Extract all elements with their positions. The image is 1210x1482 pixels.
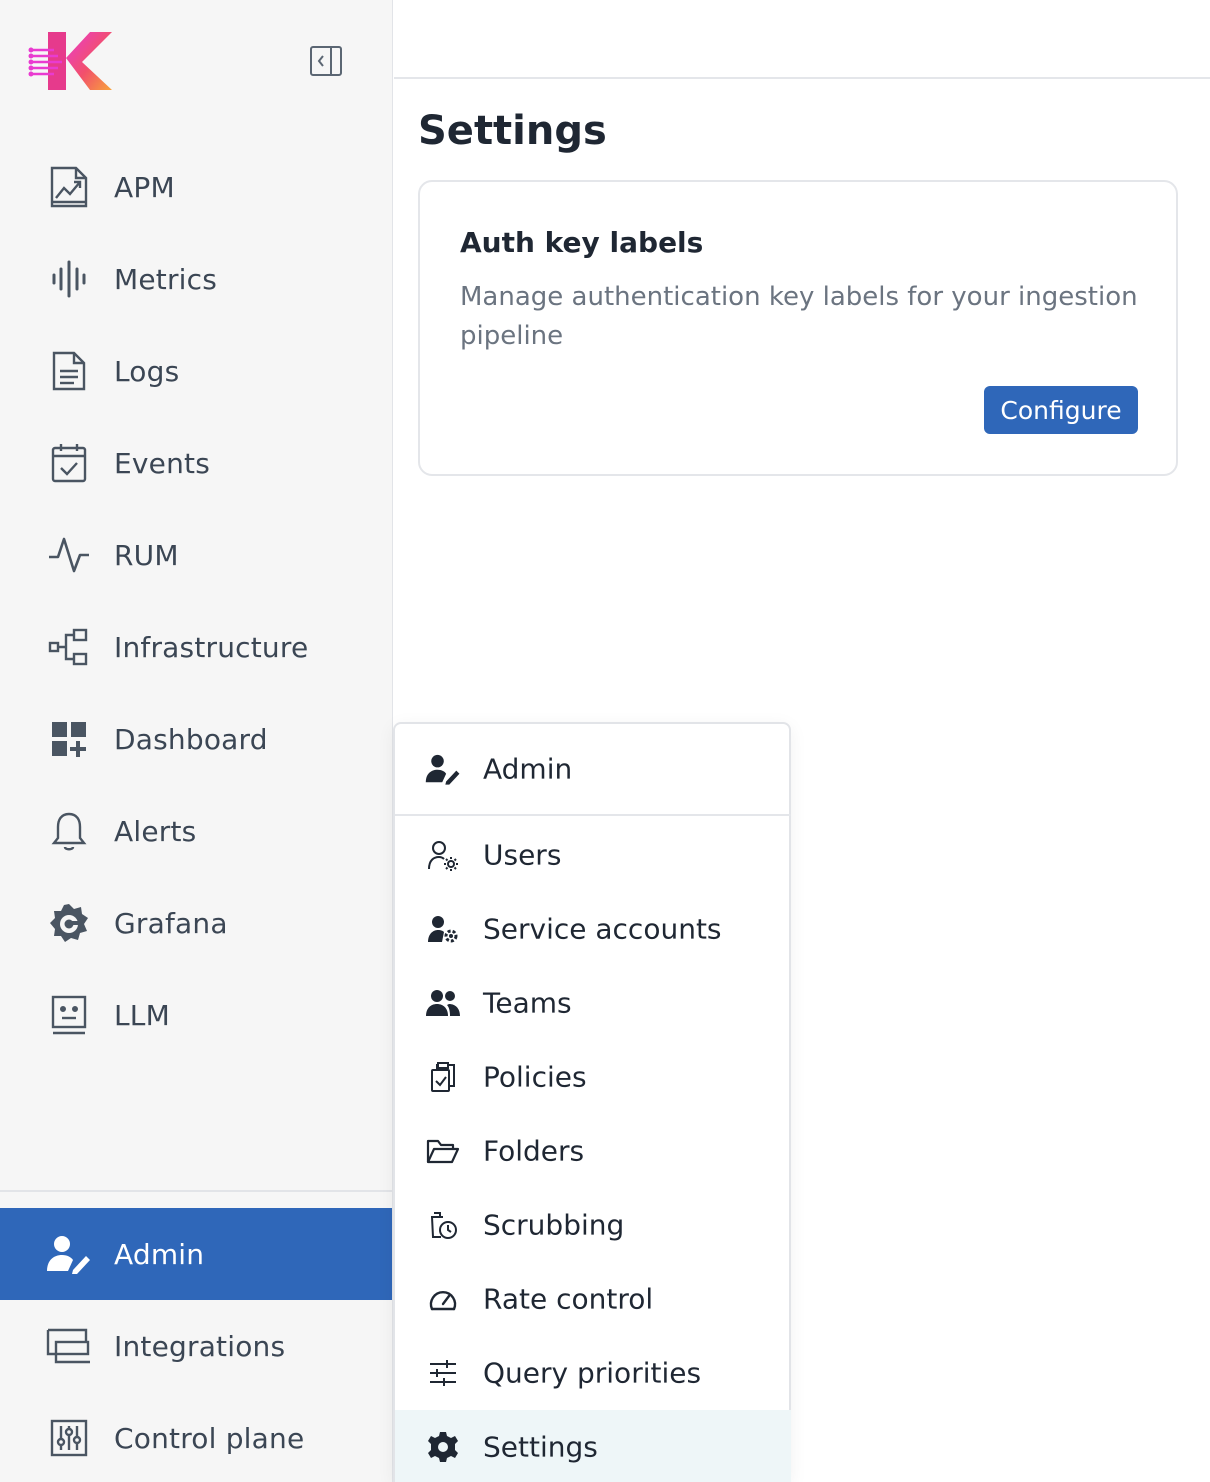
logs-icon	[46, 348, 92, 394]
collapse-sidebar-icon[interactable]	[309, 45, 343, 77]
sidebar-item-integrations[interactable]: Integrations	[0, 1300, 392, 1392]
scrubbing-icon	[425, 1207, 461, 1243]
card-description: Manage authentication key labels for you…	[460, 282, 1138, 351]
folder-open-icon	[425, 1133, 461, 1169]
sidebar-item-label: Control plane	[114, 1421, 305, 1455]
menu-item-label: Settings	[483, 1430, 598, 1464]
top-header	[394, 0, 1210, 79]
menu-item-label: Rate control	[483, 1282, 654, 1316]
sliders-icon	[425, 1355, 461, 1391]
sidebar-item-label: RUM	[114, 538, 179, 572]
gauge-icon	[425, 1281, 461, 1317]
sidebar-item-infrastructure[interactable]: Infrastructure	[0, 601, 392, 693]
gear-icon	[425, 1429, 461, 1465]
sidebar-divider	[0, 1190, 392, 1192]
menu-item-rate-control[interactable]: Rate control	[395, 1262, 791, 1336]
admin-menu-header-label: Admin	[483, 752, 573, 786]
policies-icon	[425, 1059, 461, 1095]
grafana-icon	[46, 900, 92, 946]
sidebar-item-label: APM	[114, 170, 175, 204]
sidebar-item-label: Logs	[114, 354, 180, 388]
menu-item-label: Folders	[483, 1134, 585, 1168]
menu-item-service-accounts[interactable]: Service accounts	[395, 892, 791, 966]
sidebar-item-admin[interactable]: Admin	[0, 1208, 392, 1300]
sidebar-item-label: Dashboard	[114, 722, 268, 756]
sidebar-item-label: Alerts	[114, 814, 197, 848]
sidebar-item-label: Infrastructure	[114, 630, 309, 664]
metrics-icon	[46, 256, 92, 302]
rum-icon	[46, 532, 92, 578]
sidebar-item-logs[interactable]: Logs	[0, 325, 392, 417]
card-title: Auth key labels	[460, 226, 704, 259]
service-account-icon	[425, 911, 461, 947]
admin-icon	[425, 751, 461, 787]
sidebar-item-control-plane[interactable]: Control plane	[0, 1392, 392, 1482]
menu-item-settings[interactable]: Settings	[395, 1410, 791, 1482]
sidebar-item-grafana[interactable]: Grafana	[0, 877, 392, 969]
auth-key-labels-card: Auth key labels Manage authentication ke…	[418, 180, 1178, 476]
sidebar-item-metrics[interactable]: Metrics	[0, 233, 392, 325]
control-plane-icon	[46, 1415, 92, 1461]
menu-item-teams[interactable]: Teams	[395, 966, 791, 1040]
sidebar: APM Metrics Logs Events RUM Infrastructu…	[0, 0, 393, 1482]
teams-icon	[425, 985, 461, 1021]
sidebar-item-alerts[interactable]: Alerts	[0, 785, 392, 877]
menu-item-users[interactable]: Users	[395, 818, 791, 892]
menu-item-label: Scrubbing	[483, 1208, 625, 1242]
integrations-icon	[46, 1323, 92, 1369]
sidebar-item-llm[interactable]: LLM	[0, 969, 392, 1061]
menu-item-query-priorities[interactable]: Query priorities	[395, 1336, 791, 1410]
admin-menu-header[interactable]: Admin	[395, 724, 791, 816]
sidebar-item-dashboard[interactable]: Dashboard	[0, 693, 392, 785]
sidebar-item-label: LLM	[114, 998, 170, 1032]
k-logo[interactable]	[28, 28, 114, 94]
menu-item-label: Teams	[483, 986, 572, 1020]
dashboard-icon	[46, 716, 92, 762]
admin-menu: Admin Users Service accounts Teams Polic…	[393, 722, 791, 1482]
admin-icon	[46, 1231, 92, 1277]
menu-item-folders[interactable]: Folders	[395, 1114, 791, 1188]
sidebar-item-label: Grafana	[114, 906, 228, 940]
user-gear-icon	[425, 837, 461, 873]
menu-item-scrubbing[interactable]: Scrubbing	[395, 1188, 791, 1262]
menu-item-policies[interactable]: Policies	[395, 1040, 791, 1114]
bell-icon	[46, 808, 92, 854]
menu-item-label: Service accounts	[483, 912, 722, 946]
apm-icon	[46, 164, 92, 210]
infrastructure-icon	[46, 624, 92, 670]
sidebar-item-label: Metrics	[114, 262, 218, 296]
llm-icon	[46, 992, 92, 1038]
sidebar-item-label: Events	[114, 446, 211, 480]
menu-item-label: Users	[483, 838, 562, 872]
menu-item-label: Policies	[483, 1060, 587, 1094]
configure-button[interactable]: Configure	[984, 386, 1138, 434]
sidebar-item-apm[interactable]: APM	[0, 141, 392, 233]
sidebar-item-events[interactable]: Events	[0, 417, 392, 509]
sidebar-item-rum[interactable]: RUM	[0, 509, 392, 601]
menu-item-label: Query priorities	[483, 1356, 702, 1390]
sidebar-item-label: Admin	[114, 1237, 205, 1271]
sidebar-item-label: Integrations	[114, 1329, 286, 1363]
events-icon	[46, 440, 92, 486]
page-title: Settings	[418, 108, 607, 154]
